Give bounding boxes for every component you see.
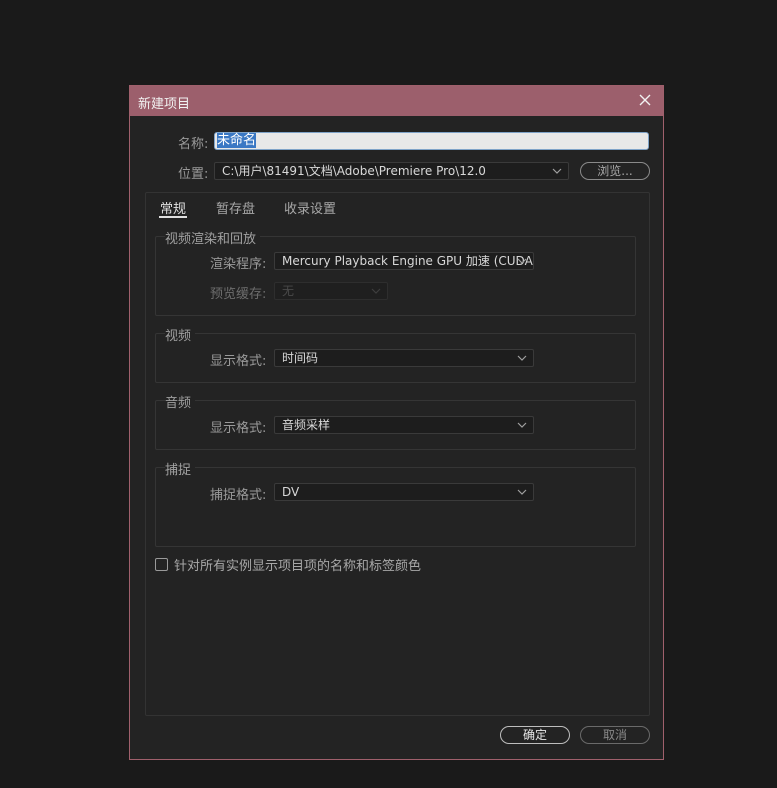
video-display-format-value: 时间码 xyxy=(282,351,319,365)
dialog-title: 新建项目 xyxy=(138,97,191,112)
audio-display-format-select[interactable]: 音频采样 xyxy=(274,416,534,434)
video-rendering-title: 视频渲染和回放 xyxy=(165,228,261,247)
location-select[interactable]: C:\用户\81491\文档\Adobe\Premiere Pro\12.0 xyxy=(214,162,569,180)
ok-button[interactable]: 确定 xyxy=(500,726,570,744)
audio-display-format-label: 显示格式: xyxy=(210,421,267,436)
cancel-button[interactable]: 取消 xyxy=(580,726,650,744)
audio-display-format-value: 音频采样 xyxy=(282,418,331,432)
tab-general[interactable]: 常规 xyxy=(160,198,186,217)
name-input[interactable]: 未命名 xyxy=(214,132,649,150)
audio-title: 音频 xyxy=(165,392,196,411)
chevron-down-icon xyxy=(552,164,562,179)
chevron-down-icon xyxy=(517,351,527,366)
chevron-down-icon xyxy=(517,418,527,433)
preview-cache-value: 无 xyxy=(282,284,295,298)
tab-scratch-disks[interactable]: 暂存盘 xyxy=(216,198,255,217)
renderer-select[interactable]: Mercury Playback Engine GPU 加速 (CUDA) xyxy=(274,252,534,270)
renderer-label: 渲染程序: xyxy=(210,257,267,272)
show-label-colors-label[interactable]: 针对所有实例显示项目项的名称和标签颜色 xyxy=(174,555,421,574)
chevron-down-icon xyxy=(517,485,527,500)
capture-group xyxy=(155,467,636,547)
chevron-down-icon xyxy=(517,254,527,269)
location-label: 位置: xyxy=(178,167,209,182)
show-label-colors-checkbox[interactable] xyxy=(155,558,168,571)
video-rendering-group xyxy=(155,236,636,316)
renderer-value: Mercury Playback Engine GPU 加速 (CUDA) xyxy=(282,254,534,268)
browse-button[interactable]: 浏览... xyxy=(580,162,650,180)
chevron-down-icon xyxy=(371,284,381,299)
capture-format-value: DV xyxy=(282,485,300,499)
video-display-format-select[interactable]: 时间码 xyxy=(274,349,534,367)
active-tab-indicator xyxy=(159,216,187,218)
capture-title: 捕捉 xyxy=(165,459,196,478)
dialog-titlebar[interactable]: 新建项目 xyxy=(130,86,663,116)
capture-format-select[interactable]: DV xyxy=(274,483,534,501)
preview-cache-select: 无 xyxy=(274,282,388,300)
capture-format-label: 捕捉格式: xyxy=(210,488,267,503)
tab-ingest-settings[interactable]: 收录设置 xyxy=(284,198,336,217)
name-input-value: 未命名 xyxy=(217,133,257,148)
close-icon[interactable] xyxy=(635,90,655,110)
location-value: C:\用户\81491\文档\Adobe\Premiere Pro\12.0 xyxy=(222,164,486,178)
video-display-format-label: 显示格式: xyxy=(210,354,267,369)
new-project-dialog: 新建项目 名称: 未命名 位置: C:\用户\81491\文档\Adobe\Pr… xyxy=(129,85,664,760)
video-title: 视频 xyxy=(165,325,196,344)
preview-cache-label: 预览缓存: xyxy=(210,287,267,302)
name-label: 名称: xyxy=(178,137,209,152)
